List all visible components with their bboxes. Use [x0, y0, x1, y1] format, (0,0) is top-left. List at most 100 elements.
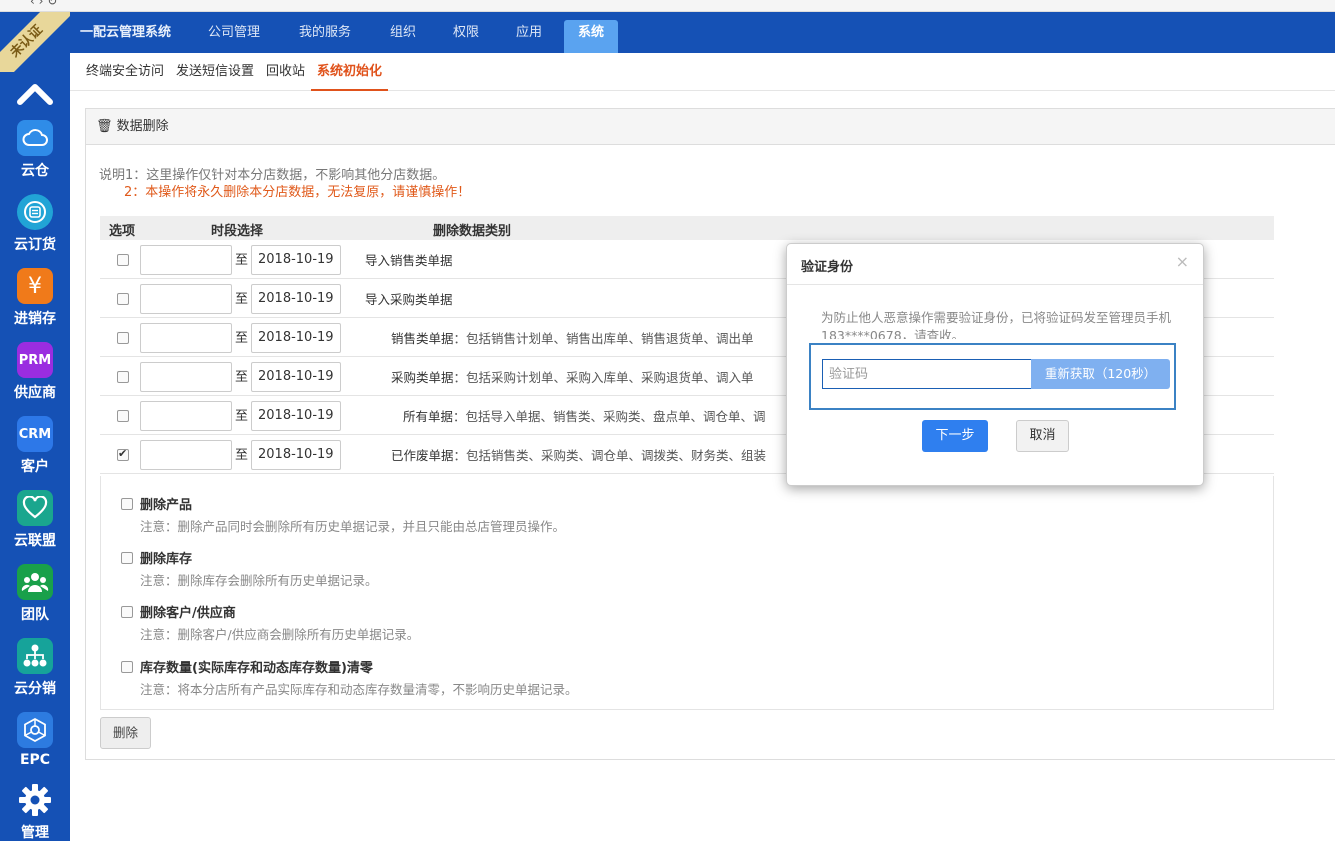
- browser-nav-icons: ‹ › ↻: [30, 0, 58, 8]
- date-to-input[interactable]: 2018-10-19: [251, 245, 341, 275]
- date-from-input[interactable]: [140, 245, 232, 275]
- delete-button[interactable]: 删除: [100, 717, 151, 749]
- verify-identity-modal: 验证身份 × 为防止他人恶意操作需要验证身份，已将验证码发至管理员手机183**…: [786, 243, 1204, 486]
- to-label: 至: [235, 370, 249, 385]
- subnav-recycle-bin[interactable]: 回收站: [266, 53, 305, 91]
- tab-company[interactable]: 公司管理: [194, 20, 274, 53]
- to-label: 至: [235, 331, 249, 346]
- sidebar-item-management[interactable]: 管理: [0, 782, 70, 841]
- row-category: 导入销售类单据: [365, 253, 453, 268]
- table-header: 选项 时段选择 删除数据类别: [100, 216, 1274, 240]
- browser-strip: ‹ › ↻: [0, 0, 1335, 12]
- sidebar-item-cloud-distribution[interactable]: 云分销: [0, 638, 70, 712]
- sidebar-item-label: 客户: [21, 459, 49, 475]
- resend-code-button[interactable]: 重新获取（120秒）: [1031, 359, 1170, 389]
- option-note: 注意：删除客户/供应商会删除所有历史单据记录。: [140, 627, 420, 642]
- date-to-input[interactable]: 2018-10-19: [251, 362, 341, 392]
- tab-my-services[interactable]: 我的服务: [285, 20, 365, 53]
- row-category: 采购类单据：包括采购计划单、采购入库单、采购退货单、调入单: [391, 370, 754, 385]
- sidebar-item-team[interactable]: 团队: [0, 564, 70, 638]
- sidebar-item-cloud-alliance[interactable]: 云联盟: [0, 490, 70, 564]
- distribution-icon: [17, 638, 53, 674]
- extra-options: 删除产品 注意：删除产品同时会删除所有历史单据记录，并且只能由总店管理员操作。 …: [100, 476, 1274, 710]
- cancel-button[interactable]: 取消: [1016, 420, 1069, 452]
- date-from-input[interactable]: [140, 284, 232, 314]
- sidebar-item-label: EPC: [19, 752, 51, 768]
- unverified-badge: 未认证: [0, 12, 70, 72]
- panel-title: 🗑 数据删除: [86, 109, 1335, 145]
- team-icon: [17, 564, 53, 600]
- sidebar-item-label: 云订货: [14, 237, 56, 253]
- row-checkbox[interactable]: [117, 293, 129, 305]
- next-step-button[interactable]: 下一步: [922, 420, 988, 452]
- sub-navigation: 终端安全访问 发送短信设置 回收站 系统初始化: [70, 53, 1335, 91]
- option-checkbox[interactable]: [121, 606, 133, 618]
- sidebar-item-label: 云仓: [21, 163, 49, 179]
- sidebar-item-label: 云分销: [14, 681, 56, 697]
- sidebar-item-cloud-order[interactable]: 云订货: [0, 194, 70, 268]
- sidebar-item-customer[interactable]: CRM 客户: [0, 416, 70, 490]
- cloud-icon: [17, 120, 53, 156]
- option-title: 删除库存: [140, 552, 193, 567]
- date-to-input[interactable]: 2018-10-19: [251, 323, 341, 353]
- to-label: 至: [235, 292, 249, 307]
- date-from-input[interactable]: [140, 440, 232, 470]
- subnav-sms-settings[interactable]: 发送短信设置: [176, 53, 254, 91]
- date-to-input[interactable]: 2018-10-19: [251, 440, 341, 470]
- date-to-input[interactable]: 2018-10-19: [251, 284, 341, 314]
- option-title: 库存数量(实际库存和动态库存数量)清零: [140, 661, 373, 676]
- header-option: 选项: [109, 224, 136, 239]
- tab-system[interactable]: 系统: [564, 20, 619, 53]
- tab-organization[interactable]: 组织: [376, 20, 430, 53]
- header-period: 时段选择: [211, 224, 264, 239]
- gear-icon: [17, 782, 53, 818]
- option-note: 注意：将本分店所有产品实际库存和动态库存数量清零，不影响历史单据记录。: [140, 682, 578, 697]
- option-note: 注意：删除库存会删除所有历史单据记录。: [140, 573, 378, 588]
- to-label: 至: [235, 409, 249, 424]
- option-title: 删除产品: [140, 498, 193, 513]
- date-to-input[interactable]: 2018-10-19: [251, 401, 341, 431]
- sidebar-item-label: 进销存: [14, 311, 56, 327]
- sidebar-item-label: 供应商: [14, 385, 56, 401]
- prm-icon: PRM: [17, 342, 53, 378]
- row-category: 销售类单据：包括销售计划单、销售出库单、销售退货单、调出单: [391, 331, 754, 346]
- modal-message: 为防止他人恶意操作需要验证身份，已将验证码发至管理员手机183****0678，…: [821, 310, 1171, 339]
- date-from-input[interactable]: [140, 362, 232, 392]
- sidebar-item-cloud-warehouse[interactable]: 云仓: [0, 120, 70, 194]
- subnav-terminal-security[interactable]: 终端安全访问: [86, 53, 164, 91]
- yen-icon: ¥: [17, 268, 53, 304]
- unverified-ribbon: 未认证: [0, 12, 70, 72]
- option-checkbox[interactable]: [121, 552, 133, 564]
- date-from-input[interactable]: [140, 401, 232, 431]
- sidebar-item-supplier[interactable]: PRM 供应商: [0, 342, 70, 416]
- sidebar-item-label: 管理: [21, 825, 49, 841]
- sidebar: 未认证 云仓 云订货 ¥ 进销存 PRM 供应商 CRM 客户 云联盟 团队 云…: [0, 12, 70, 841]
- sidebar-item-inventory[interactable]: ¥ 进销存: [0, 268, 70, 342]
- sidebar-item-label: 团队: [21, 607, 49, 623]
- option-checkbox[interactable]: [121, 498, 133, 510]
- close-icon[interactable]: ×: [1176, 252, 1189, 271]
- option-note: 注意：删除产品同时会删除所有历史单据记录，并且只能由总店管理员操作。: [140, 519, 566, 534]
- subnav-system-init[interactable]: 系统初始化: [311, 53, 389, 91]
- row-checkbox[interactable]: [117, 410, 129, 422]
- option-checkbox[interactable]: [121, 661, 133, 673]
- tab-brand[interactable]: 一配云管理系统: [66, 20, 185, 53]
- tab-permissions[interactable]: 权限: [439, 20, 493, 53]
- row-checkbox[interactable]: [117, 371, 129, 383]
- chevron-up-icon[interactable]: [17, 80, 53, 106]
- row-checkbox[interactable]: [117, 254, 129, 266]
- row-checkbox[interactable]: [117, 332, 129, 344]
- row-category: 已作废单据：包括销售类、采购类、调仓单、调拨类、财务类、组装: [391, 448, 767, 463]
- row-checkbox[interactable]: [117, 447, 129, 461]
- to-label: 至: [235, 448, 249, 463]
- modal-header: 验证身份 ×: [787, 244, 1203, 285]
- modal-title: 验证身份: [801, 260, 854, 275]
- row-category: 所有单据：包括导入单据、销售类、采购类、盘点单、调仓单、调: [403, 409, 766, 424]
- heart-hands-icon: [17, 490, 53, 526]
- tab-apps[interactable]: 应用: [502, 20, 556, 53]
- date-from-input[interactable]: [140, 323, 232, 353]
- sidebar-item-epc[interactable]: EPC: [0, 712, 70, 786]
- top-navigation: 一配云管理系统 公司管理 我的服务 组织 权限 应用 系统: [70, 12, 1335, 53]
- order-icon: [17, 194, 53, 230]
- verification-code-input[interactable]: [822, 359, 1032, 389]
